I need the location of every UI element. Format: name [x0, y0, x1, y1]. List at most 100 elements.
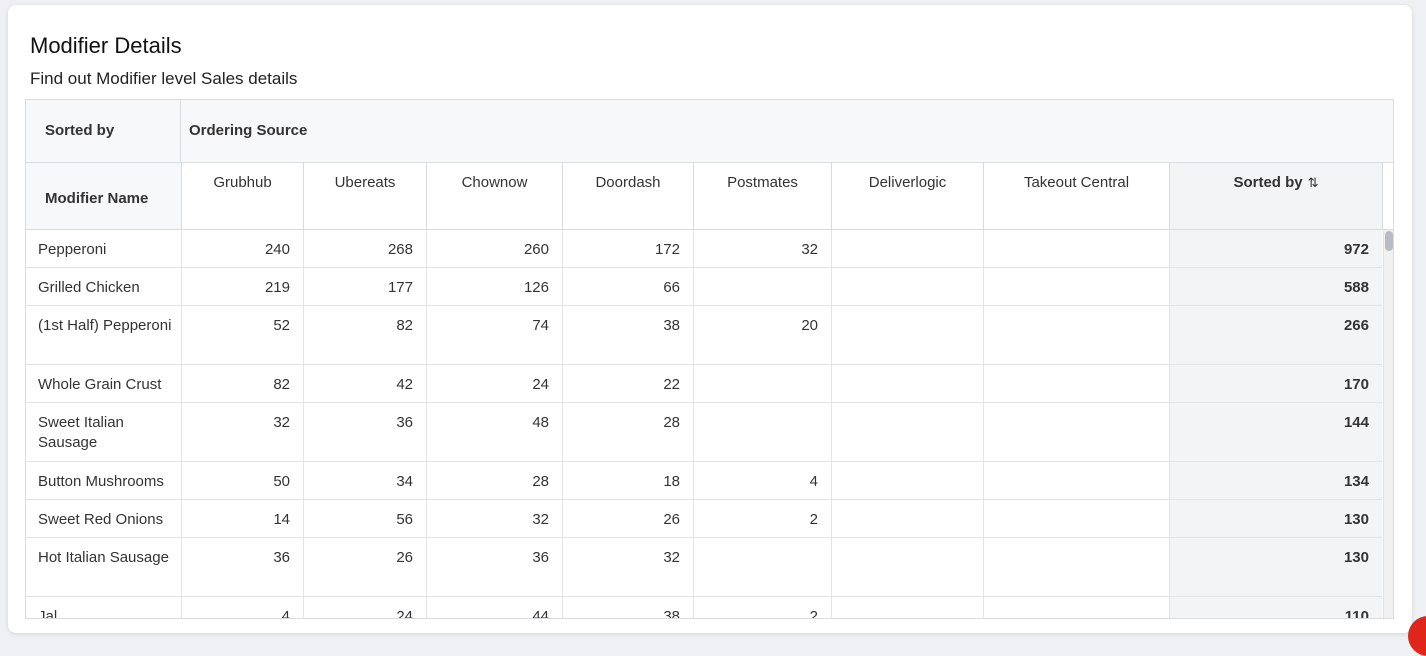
source-value-cell — [832, 462, 984, 499]
source-value-cell: 38 — [563, 306, 694, 364]
sorted-by-label: Sorted by — [26, 100, 181, 162]
source-value-cell — [984, 403, 1170, 461]
source-value-cell: 26 — [304, 538, 427, 596]
total-cell: 170 — [1170, 365, 1382, 402]
modifier-name-cell: Whole Grain Crust — [26, 365, 182, 402]
source-value-cell — [832, 268, 984, 305]
column-header-modifier-name[interactable]: Modifier Name — [26, 163, 182, 229]
source-value-cell: 240 — [182, 230, 304, 267]
source-value-cell — [832, 597, 984, 618]
table-vertical-scrollbar[interactable] — [1383, 230, 1393, 618]
table-row[interactable]: Sweet Italian Sausage 32 36 48 28 144 — [26, 403, 1382, 462]
table-row[interactable]: Grilled Chicken 219 177 126 66 588 — [26, 268, 1382, 306]
column-header-ubereats[interactable]: Ubereats — [304, 163, 427, 229]
scrollbar-thumb[interactable] — [1385, 231, 1393, 251]
source-value-cell — [984, 306, 1170, 364]
total-cell: 130 — [1170, 500, 1382, 537]
source-value-cell: 20 — [694, 306, 832, 364]
source-value-cell: 38 — [563, 597, 694, 618]
column-header-chownow[interactable]: Chownow — [427, 163, 563, 229]
source-value-cell: 22 — [563, 365, 694, 402]
source-value-cell — [832, 306, 984, 364]
source-value-cell: 24 — [427, 365, 563, 402]
table-row[interactable]: Button Mushrooms 50 34 28 18 4 134 — [26, 462, 1382, 500]
source-value-cell: 2 — [694, 500, 832, 537]
ordering-source-group-header: Ordering Source — [189, 122, 308, 139]
source-value-cell — [694, 403, 832, 461]
table-row[interactable]: Jal... 4 24 44 38 2 110 — [26, 597, 1382, 618]
table-row[interactable]: (1st Half) Pepperoni 52 82 74 38 20 266 — [26, 306, 1382, 365]
source-value-cell: 74 — [427, 306, 563, 364]
source-value-cell: 44 — [427, 597, 563, 618]
source-value-cell — [984, 597, 1170, 618]
source-value-cell — [832, 365, 984, 402]
source-value-cell: 177 — [304, 268, 427, 305]
total-cell: 134 — [1170, 462, 1382, 499]
source-value-cell — [984, 500, 1170, 537]
modifier-table: Sorted by Ordering Source Modifier Name … — [25, 99, 1394, 619]
source-value-cell: 4 — [694, 462, 832, 499]
column-header-total-sort[interactable]: Sorted by ⇅ — [1170, 163, 1383, 229]
table-column-header: Modifier Name Grubhub Ubereats Chownow D… — [26, 163, 1393, 230]
source-value-cell: 14 — [182, 500, 304, 537]
total-cell: 266 — [1170, 306, 1382, 364]
source-value-cell — [984, 365, 1170, 402]
source-value-cell — [984, 230, 1170, 267]
source-value-cell: 126 — [427, 268, 563, 305]
source-value-cell: 32 — [427, 500, 563, 537]
source-value-cell: 82 — [182, 365, 304, 402]
table-row[interactable]: Whole Grain Crust 82 42 24 22 170 — [26, 365, 1382, 403]
source-value-cell — [984, 268, 1170, 305]
source-value-cell — [694, 538, 832, 596]
modifier-name-cell: Hot Italian Sausage — [26, 538, 182, 596]
modifier-name-cell: Sweet Italian Sausage — [26, 403, 182, 461]
source-value-cell — [694, 268, 832, 305]
total-cell: 130 — [1170, 538, 1382, 596]
source-value-cell: 32 — [182, 403, 304, 461]
column-header-deliverlogic[interactable]: Deliverlogic — [832, 163, 984, 229]
modifier-details-card: Modifier Details Find out Modifier level… — [8, 5, 1412, 633]
source-value-cell: 2 — [694, 597, 832, 618]
source-value-cell: 32 — [694, 230, 832, 267]
column-header-postmates[interactable]: Postmates — [694, 163, 832, 229]
source-value-cell: 219 — [182, 268, 304, 305]
modifier-name-cell: Grilled Chicken — [26, 268, 182, 305]
table-row[interactable]: Hot Italian Sausage 36 26 36 32 130 — [26, 538, 1382, 597]
source-value-cell: 36 — [304, 403, 427, 461]
source-value-cell: 260 — [427, 230, 563, 267]
total-cell: 110 — [1170, 597, 1382, 618]
total-column-label: Sorted by — [1233, 174, 1303, 191]
source-value-cell: 4 — [182, 597, 304, 618]
source-value-cell: 28 — [427, 462, 563, 499]
source-value-cell — [984, 538, 1170, 596]
column-header-grubhub[interactable]: Grubhub — [182, 163, 304, 229]
source-value-cell: 28 — [563, 403, 694, 461]
source-value-cell: 268 — [304, 230, 427, 267]
modifier-name-cell: Button Mushrooms — [26, 462, 182, 499]
source-value-cell — [832, 403, 984, 461]
source-value-cell: 34 — [304, 462, 427, 499]
modifier-name-cell: Sweet Red Onions — [26, 500, 182, 537]
sort-arrows-icon[interactable]: ⇅ — [1308, 175, 1319, 190]
column-header-doordash[interactable]: Doordash — [563, 163, 694, 229]
source-value-cell — [832, 230, 984, 267]
source-value-cell: 26 — [563, 500, 694, 537]
table-row[interactable]: Sweet Red Onions 14 56 32 26 2 130 — [26, 500, 1382, 538]
source-value-cell: 66 — [563, 268, 694, 305]
source-value-cell: 82 — [304, 306, 427, 364]
source-value-cell: 36 — [427, 538, 563, 596]
column-header-takeout-central[interactable]: Takeout Central — [984, 163, 1170, 229]
card-title: Modifier Details — [30, 33, 182, 58]
table-row[interactable]: Pepperoni 240 268 260 172 32 972 — [26, 230, 1382, 268]
source-value-cell — [832, 538, 984, 596]
table-body: Pepperoni 240 268 260 172 32 972 Grilled Chicke… — [26, 230, 1382, 618]
source-value-cell: 18 — [563, 462, 694, 499]
source-value-cell: 52 — [182, 306, 304, 364]
source-value-cell: 50 — [182, 462, 304, 499]
source-value-cell: 32 — [563, 538, 694, 596]
source-value-cell: 24 — [304, 597, 427, 618]
source-value-cell — [832, 500, 984, 537]
source-value-cell: 42 — [304, 365, 427, 402]
source-value-cell: 48 — [427, 403, 563, 461]
source-value-cell: 36 — [182, 538, 304, 596]
